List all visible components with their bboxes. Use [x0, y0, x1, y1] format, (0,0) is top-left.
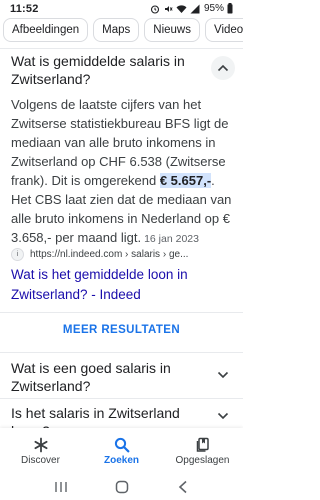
answer-highlight: € 5.657,- — [159, 173, 212, 188]
expanded-question-header[interactable]: Wat is gemiddelde salaris in Zwitserland… — [11, 52, 235, 88]
bottom-nav: Discover Zoeken Opgeslagen — [0, 428, 243, 474]
nav-zoeken[interactable]: Zoeken — [81, 428, 162, 474]
chevron-down-icon[interactable] — [211, 363, 235, 387]
status-bar: 11:52 95% — [0, 0, 243, 17]
chip-afbeeldingen[interactable]: Afbeeldingen — [3, 18, 89, 42]
question-row[interactable]: Wat is een goed salaris in Zwitserland? — [11, 359, 235, 395]
answer-date: 16 jan 2023 — [144, 233, 199, 245]
divider — [0, 398, 243, 399]
alarm-icon — [150, 4, 160, 14]
chevron-up-icon[interactable] — [211, 56, 235, 80]
nav-opgeslagen[interactable]: Opgeslagen — [162, 428, 243, 474]
filter-chips: Afbeeldingen Maps Nieuws Video's — [0, 18, 243, 46]
nav-discover-label: Discover — [21, 454, 60, 466]
divider — [0, 48, 243, 49]
screen: 11:52 95% Afbeeldingen Maps Nieuws Video… — [0, 0, 243, 500]
source-url: https://nl.indeed.com › salaris › ge... — [30, 249, 189, 260]
system-nav-bar — [0, 474, 243, 500]
expanded-question-title: Wat is gemiddelde salaris in Zwitserland… — [11, 53, 185, 87]
signal-icon — [190, 4, 200, 14]
chip-maps[interactable]: Maps — [93, 18, 140, 42]
chip-nieuws[interactable]: Nieuws — [144, 18, 200, 42]
battery-icon — [227, 3, 233, 14]
mute-icon — [163, 4, 173, 14]
status-icons: 95% — [150, 3, 233, 14]
divider — [0, 352, 243, 353]
more-results-button[interactable]: MEER RESULTATEN — [0, 324, 243, 336]
battery-percentage: 95% — [203, 3, 224, 14]
divider — [0, 312, 243, 313]
nav-opgeslagen-label: Opgeslagen — [175, 454, 230, 466]
source-row[interactable]: i https://nl.indeed.com › salaris › ge..… — [11, 248, 237, 261]
wifi-icon — [176, 4, 187, 14]
source-title-link[interactable]: Wat is het gemiddelde loon in Zwitserlan… — [11, 265, 211, 305]
status-time: 11:52 — [10, 2, 39, 15]
saved-icon — [195, 437, 211, 453]
chip-videos[interactable]: Video's — [205, 18, 243, 42]
nav-discover[interactable]: Discover — [0, 428, 81, 474]
back-icon[interactable] — [177, 480, 189, 494]
chevron-down-icon[interactable] — [211, 404, 235, 428]
answer-text: Volgens de laatste cijfers van het Zwits… — [11, 95, 237, 249]
asterisk-icon — [33, 437, 49, 453]
question-title: Wat is een goed salaris in Zwitserland? — [11, 360, 171, 394]
home-icon[interactable] — [115, 480, 129, 494]
search-icon — [114, 437, 130, 453]
recent-apps-icon[interactable] — [54, 481, 68, 493]
nav-zoeken-label: Zoeken — [103, 454, 139, 466]
indeed-favicon-icon: i — [11, 248, 24, 261]
